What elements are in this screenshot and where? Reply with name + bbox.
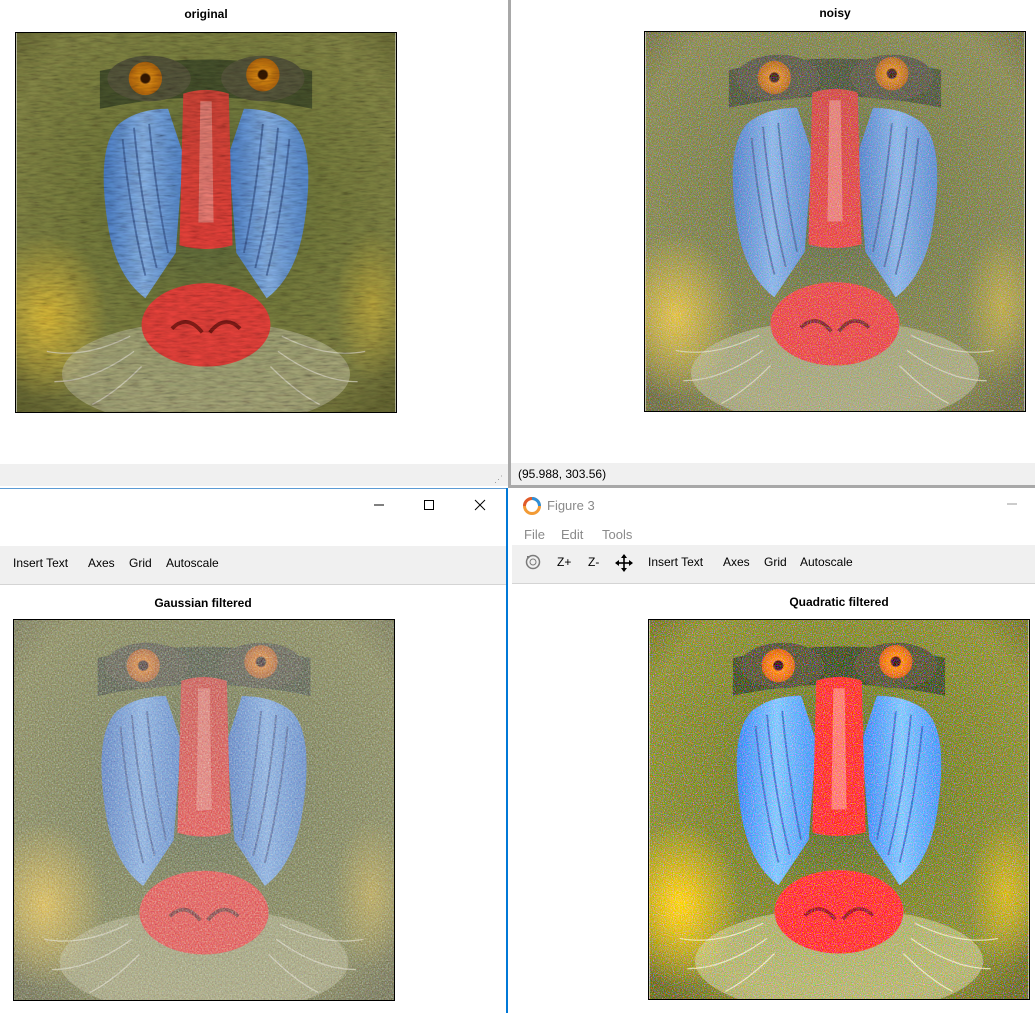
autoscale-button[interactable]: Autoscale <box>166 556 219 570</box>
mandrill-image <box>649 620 1029 999</box>
maximize-icon <box>424 500 434 510</box>
resize-grip-icon[interactable]: ⋰ <box>494 474 504 484</box>
plot-title: original <box>184 7 228 21</box>
plot-title: noisy <box>819 6 851 20</box>
pan-button[interactable] <box>614 553 634 576</box>
mandrill-image <box>645 32 1025 411</box>
minimize-button[interactable] <box>989 488 1035 520</box>
minimize-icon <box>374 504 384 506</box>
pan-icon <box>615 554 633 572</box>
window-title: Figure 3 <box>547 498 595 513</box>
figure-toolbar: Z+ Z- Insert Text Axes Grid Autoscale <box>512 545 1035 584</box>
title-bar: Figure 3 <box>512 488 1035 520</box>
figure-pane-original: original ⋰ <box>0 0 508 486</box>
status-bar: (95.988, 303.56) <box>511 463 1035 486</box>
image-axes-original[interactable] <box>15 32 397 413</box>
status-bar <box>0 464 508 486</box>
plot-title: Quadratic filtered <box>789 595 889 609</box>
image-axes-quadratic[interactable] <box>648 619 1030 1000</box>
maximize-button[interactable] <box>406 489 452 521</box>
menu-edit[interactable]: Edit <box>561 527 583 542</box>
minimize-button[interactable] <box>356 489 402 521</box>
rotate-icon <box>525 554 541 570</box>
mandrill-image <box>16 33 396 412</box>
menu-file[interactable]: File <box>524 527 545 542</box>
rotate-button[interactable] <box>524 553 542 574</box>
axes-button[interactable]: Axes <box>88 556 115 570</box>
axes-button[interactable]: Axes <box>723 555 750 569</box>
figure-toolbar: Insert Text Axes Grid Autoscale <box>0 546 508 585</box>
zoom-out-button[interactable]: Z- <box>588 555 599 569</box>
close-button[interactable] <box>457 489 503 521</box>
cursor-coordinates: (95.988, 303.56) <box>518 467 607 481</box>
insert-text-button[interactable]: Insert Text <box>13 556 68 570</box>
plot-title: Gaussian filtered <box>154 596 252 610</box>
grid-button[interactable]: Grid <box>764 555 787 569</box>
image-axes-noisy[interactable] <box>644 31 1026 412</box>
window-border <box>506 488 508 1013</box>
figure-pane-noisy: noisy (95.988, 303.56) <box>511 0 1035 488</box>
insert-text-button[interactable]: Insert Text <box>648 555 703 569</box>
close-icon <box>474 499 486 511</box>
minimize-icon <box>1007 503 1017 505</box>
grid-button[interactable]: Grid <box>129 556 152 570</box>
autoscale-button[interactable]: Autoscale <box>800 555 853 569</box>
figure-window-gaussian: Insert Text Axes Grid Autoscale Gaussian… <box>0 488 508 1013</box>
figure-window-quadratic: Figure 3 File Edit Tools Z+ Z- Insert Te… <box>512 488 1035 1013</box>
octave-figure-icon <box>522 496 542 516</box>
zoom-in-button[interactable]: Z+ <box>557 555 571 569</box>
image-axes-gaussian[interactable] <box>13 619 395 1001</box>
menu-tools[interactable]: Tools <box>602 527 632 542</box>
title-bar <box>0 489 508 521</box>
mandrill-image <box>14 620 394 1000</box>
